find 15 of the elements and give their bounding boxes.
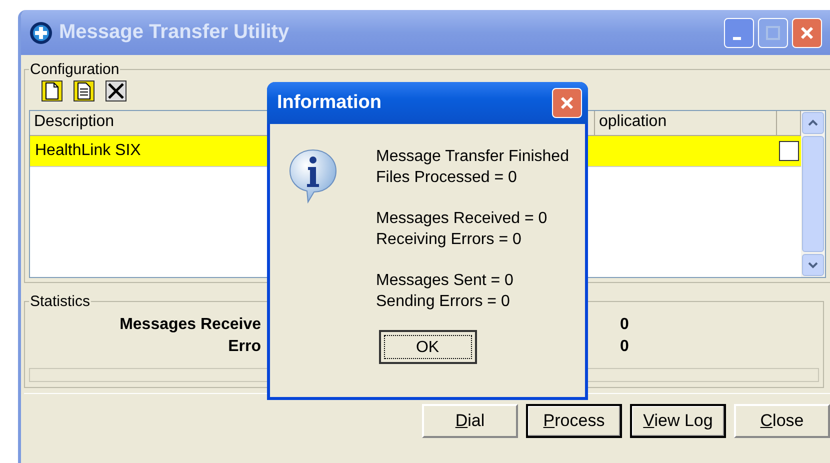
message-line: Files Processed = 0 [376,168,518,188]
statistic-label: Messages Receive [118,316,261,334]
message-line: Receiving Errors = 0 [376,230,522,250]
message-line: Sending Errors = 0 [376,292,511,312]
statistic-value: 0 [620,316,629,334]
table-cell-text: HealthLink SIX [34,142,141,160]
message-line: Messages Sent = 0 [376,271,514,291]
group-label: Statistics [29,293,92,310]
group-label: Configuration [29,61,120,78]
statistic-value: 0 [620,338,629,356]
dialog-title: Information [277,92,382,114]
statistic-label: Erro [227,338,261,356]
message-line: Message Transfer Finished [376,147,569,167]
window-title: Message Transfer Utility [59,21,290,44]
message-line: Messages Received = 0 [376,209,548,229]
